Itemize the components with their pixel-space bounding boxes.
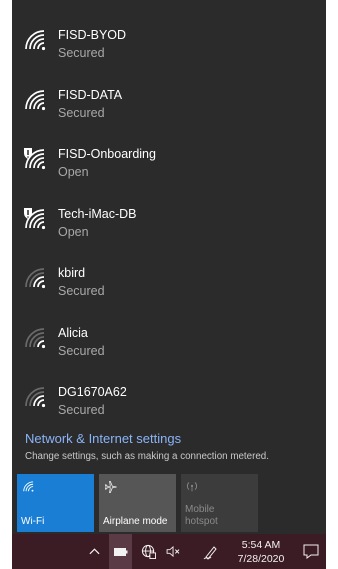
action-center-icon[interactable]: [298, 534, 324, 569]
network-status: Secured: [58, 343, 105, 358]
clock-date: 7/28/2020: [237, 553, 285, 565]
airplane-mode-tile[interactable]: Airplane mode: [99, 474, 176, 532]
wifi-weak-icon: [23, 385, 47, 409]
volume-muted-icon[interactable]: [162, 534, 184, 569]
network-item[interactable]: Tech-iMac-DB Open: [12, 193, 326, 253]
mobile-hotspot-tile[interactable]: Mobile hotspot: [181, 474, 258, 532]
network-name: DG1670A62: [58, 385, 127, 399]
airplane-tile-label: Airplane mode: [103, 516, 168, 527]
network-item[interactable]: kbird Secured: [12, 252, 326, 312]
network-item[interactable]: FISD-DATA Secured: [12, 74, 326, 134]
wifi-weak-icon: [23, 326, 47, 350]
clock-time: 5:54 AM: [241, 539, 281, 551]
wifi-secured-icon: [23, 88, 47, 112]
network-name: FISD-DATA: [58, 87, 123, 102]
taskbar: 5:54 AM 7/28/2020: [12, 534, 326, 569]
network-name: kbird: [58, 266, 86, 280]
hotspot-tile-label: Mobile hotspot: [185, 504, 218, 527]
wifi-icon: [22, 480, 36, 495]
network-name: FISD-Onboarding: [58, 147, 156, 161]
wifi-weak-icon: [23, 266, 47, 290]
network-globe-icon[interactable]: [137, 534, 159, 569]
wifi-toggle-tile[interactable]: Wi-Fi: [17, 474, 94, 532]
network-status: Open: [58, 165, 89, 179]
wifi-secured-icon: [23, 28, 47, 52]
network-name: FISD-BYOD: [58, 28, 127, 42]
pen-workspace-icon[interactable]: [200, 534, 222, 569]
wifi-tile-label: Wi-Fi: [21, 516, 45, 527]
network-status: Secured: [58, 403, 105, 417]
network-settings-subtitle: Change settings, such as making a connec…: [25, 451, 269, 462]
network-status: Secured: [58, 105, 105, 120]
airplane-icon: [104, 480, 118, 497]
network-status: Open: [58, 224, 89, 239]
network-item[interactable]: Alicia Secured: [12, 312, 326, 372]
network-list: FISD-BYOD Secured FISD-DATA Secured FISD-Onb…: [12, 14, 326, 431]
network-flyout: FISD-BYOD Secured FISD-DATA Secured FISD-Onb…: [12, 0, 326, 534]
wifi-open-shield-icon: [23, 147, 47, 171]
network-name: Tech-iMac-DB: [58, 206, 137, 221]
network-item[interactable]: FISD-Onboarding Open: [12, 133, 326, 193]
battery-icon[interactable]: [109, 534, 132, 569]
network-status: Secured: [58, 46, 105, 60]
network-item[interactable]: FISD-BYOD Secured: [12, 14, 326, 74]
wifi-open-shield-icon: [23, 207, 47, 231]
network-name: Alicia: [58, 325, 88, 340]
network-item[interactable]: DG1670A62 Secured: [12, 371, 326, 431]
clock[interactable]: 5:54 AM 7/28/2020: [237, 538, 285, 566]
show-hidden-icons-chevron-icon[interactable]: [84, 534, 104, 569]
network-settings-link[interactable]: Network & Internet settings: [25, 431, 181, 446]
hotspot-icon: [186, 480, 198, 495]
network-status: Secured: [58, 284, 105, 298]
